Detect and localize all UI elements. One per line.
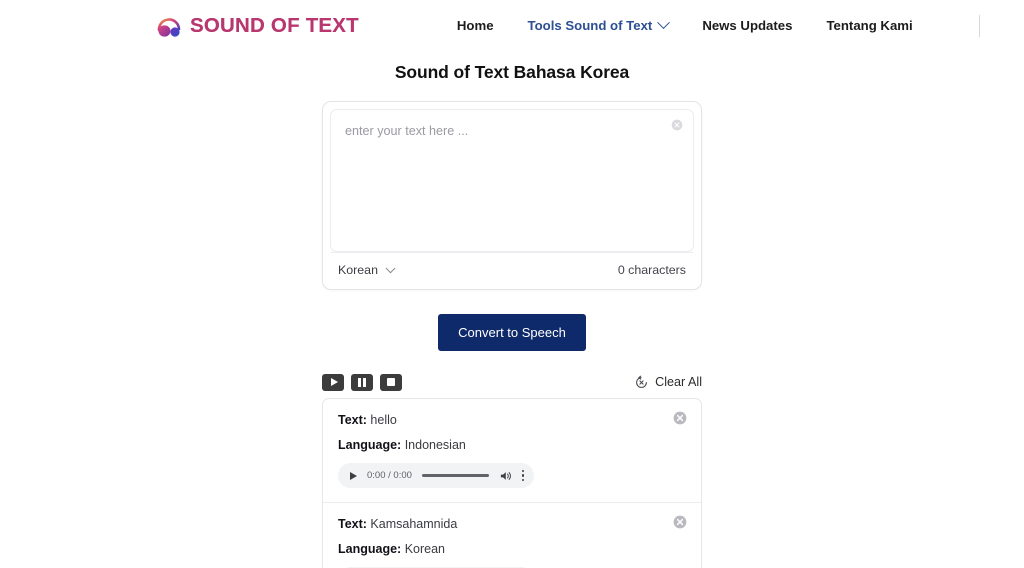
play-icon: [330, 378, 338, 386]
result-language-value: Indonesian: [404, 438, 466, 452]
delete-circle-x-icon[interactable]: [673, 411, 687, 425]
result-language-line: Language: Korean: [338, 542, 685, 557]
result-text-label: Text:: [338, 517, 367, 531]
result-text-value: hello: [370, 413, 397, 427]
nav-item-label: Tentang Kami: [826, 18, 913, 33]
pause-all-button[interactable]: [351, 373, 373, 391]
clear-circle-icon[interactable]: [671, 119, 683, 131]
page-title: Sound of Text Bahasa Korea: [394, 62, 630, 82]
result-language-label: Language:: [338, 542, 402, 556]
chevron-down-icon: [657, 16, 671, 30]
brand-name: SOUND OF TEXT: [190, 13, 359, 37]
clear-all-label: Clear All: [655, 375, 702, 389]
nav-item-label: Tools Sound of Text: [527, 18, 653, 33]
result-item: Text: Kamsahamnida Language: Korean 0:00…: [323, 502, 701, 568]
clear-all-button[interactable]: Clear All: [634, 375, 702, 390]
nav-item-news-updates[interactable]: News Updates: [702, 18, 792, 33]
chevron-down-icon: [385, 262, 396, 273]
language-select[interactable]: Korean: [338, 262, 396, 277]
convert-to-speech-button[interactable]: Convert to Speech: [438, 314, 586, 351]
text-input-area[interactable]: enter your text here ...: [330, 109, 694, 252]
result-language-value: Korean: [404, 542, 445, 556]
nav-item-home[interactable]: Home: [457, 18, 494, 33]
result-text-line: Text: hello: [338, 413, 685, 428]
brand-logo[interactable]: SOUND OF TEXT: [156, 14, 359, 38]
results-list: Text: hello Language: Indonesian 0:00 / …: [322, 398, 702, 568]
result-text-line: Text: Kamsahamnida: [338, 517, 685, 532]
result-text-value: Kamsahamnida: [370, 517, 458, 531]
site-header: SOUND OF TEXT Home Tools Sound of Text N…: [0, 0, 1024, 51]
result-item: Text: hello Language: Indonesian 0:00 / …: [323, 399, 701, 502]
result-text-label: Text:: [338, 413, 367, 427]
language-select-value: Korean: [338, 263, 378, 277]
delete-circle-x-icon[interactable]: [673, 515, 687, 529]
nav-divider: [978, 14, 980, 37]
audio-progress-slider[interactable]: [421, 474, 489, 477]
nav-item-label: News Updates: [702, 18, 793, 33]
playback-controls-row: Clear All: [322, 372, 702, 392]
audio-more-options-icon[interactable]: [521, 468, 525, 483]
nav-item-label: Home: [456, 18, 494, 33]
convert-button-row: Convert to Speech: [322, 314, 702, 351]
nav-item-tools-sound-of-text[interactable]: Tools Sound of Text: [527, 16, 671, 33]
headphones-icon: [157, 17, 181, 37]
stop-icon: [387, 378, 395, 386]
result-language-label: Language:: [338, 438, 402, 452]
volume-icon[interactable]: [499, 470, 512, 482]
reset-circle-x-icon: [636, 375, 648, 388]
audio-player[interactable]: 0:00 / 0:00: [338, 463, 534, 488]
text-input-placeholder: enter your text here ...: [345, 124, 469, 138]
main-navigation: Home Tools Sound of Text News Updates Te…: [457, 14, 1024, 37]
stop-all-button[interactable]: [380, 373, 402, 391]
pause-icon: [358, 377, 366, 387]
character-count: 0 characters: [617, 263, 686, 277]
play-all-button[interactable]: [322, 373, 344, 391]
audio-play-icon[interactable]: [350, 471, 357, 480]
result-language-line: Language: Indonesian: [338, 438, 685, 453]
media-buttons: [322, 373, 402, 391]
main-content: enter your text here ... Korean 0 charac…: [322, 101, 702, 568]
nav-item-tentang-kami[interactable]: Tentang Kami: [826, 18, 912, 33]
text-input-card: enter your text here ... Korean 0 charac…: [322, 101, 702, 290]
audio-time: 0:00 / 0:00: [367, 470, 412, 481]
input-footer: Korean 0 characters: [331, 252, 693, 282]
